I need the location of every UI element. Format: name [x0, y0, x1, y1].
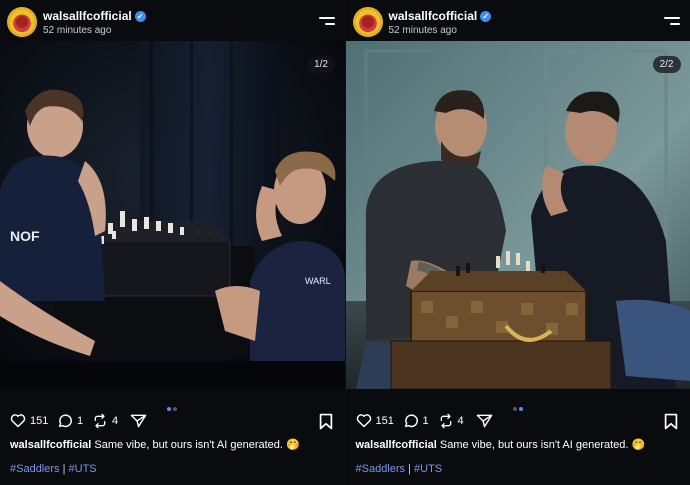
repost-button[interactable]: 4 [438, 413, 464, 429]
timestamp: 52 minutes ago [388, 25, 457, 36]
post-caption: walsallfcofficial Same vibe, but ours is… [10, 438, 335, 451]
username-text[interactable]: walsallfcofficial [389, 9, 478, 23]
comment-count: 1 [422, 415, 429, 427]
repost-icon [94, 413, 106, 429]
bookmark-button[interactable] [319, 413, 333, 435]
post-header: walsallfcofficial ✓ 52 minutes ago [346, 0, 690, 40]
post-card: walsallfcofficial ✓ 52 minutes ago [344, 0, 690, 485]
svg-text:WARL: WARL [305, 276, 331, 286]
feed: walsallfcofficial ✓ 52 minutes ago NOF W… [0, 0, 690, 485]
share-icon [130, 414, 147, 428]
post-image[interactable]: 2/2 [345, 41, 690, 389]
bookmark-icon [319, 413, 332, 430]
like-button[interactable]: 151 [10, 413, 48, 428]
carousel-dot-active[interactable] [167, 407, 172, 411]
repost-count: 4 [112, 415, 119, 427]
avatar[interactable] [9, 9, 35, 35]
chess-photo-2 [345, 41, 690, 389]
comment-button[interactable]: 1 [403, 413, 429, 429]
repost-button[interactable]: 4 [92, 413, 118, 429]
menu-icon[interactable] [318, 15, 335, 27]
hashtag-uts[interactable]: #UTS [414, 463, 442, 475]
timestamp: 52 minutes ago [43, 25, 112, 36]
carousel-dot[interactable] [512, 407, 517, 411]
comment-count: 1 [77, 415, 84, 427]
post-card: walsallfcofficial ✓ 52 minutes ago [0, 0, 345, 485]
hashtag-uts[interactable]: #UTS [69, 463, 97, 475]
comment-button[interactable]: 1 [57, 413, 83, 429]
share-button[interactable] [130, 413, 147, 429]
username[interactable]: walsallfcofficial ✓ [43, 9, 146, 23]
hashtag-separator: | [405, 463, 415, 475]
heart-icon [356, 414, 371, 428]
image-counter: 2/2 [652, 56, 681, 73]
hashtag-saddlers[interactable]: #Saddlers [356, 463, 406, 475]
bookmark-icon [664, 413, 678, 430]
hashtag-separator: | [59, 463, 69, 475]
like-count: 151 [375, 414, 394, 427]
share-button[interactable] [476, 413, 493, 429]
username-text[interactable]: walsallfcofficial [43, 9, 132, 23]
carousel-dot-active[interactable] [518, 407, 523, 411]
repost-count: 4 [457, 415, 464, 427]
share-icon [476, 414, 492, 428]
image-counter: 1/2 [307, 56, 335, 73]
avatar[interactable] [354, 9, 381, 35]
like-button[interactable]: 151 [356, 413, 394, 428]
post-image[interactable]: NOF WARL 1/2 [0, 41, 345, 389]
like-count: 151 [30, 414, 49, 427]
caption-text: Same vibe, but ours isn't AI generated. … [91, 439, 300, 451]
caption-username[interactable]: walsallfcofficial [10, 439, 91, 451]
bookmark-button[interactable] [664, 413, 678, 435]
hashtags: #Saddlers | #UTS [356, 463, 443, 475]
heart-icon [10, 414, 26, 428]
post-caption: walsallfcofficial Same vibe, but ours is… [356, 438, 681, 451]
comment-icon [404, 414, 418, 428]
post-actions: 151 1 4 [356, 413, 681, 431]
hashtag-saddlers[interactable]: #Saddlers [10, 463, 60, 475]
repost-icon [440, 413, 451, 429]
carousel-dot[interactable] [173, 407, 178, 411]
chess-photo-1: NOF WARL [0, 41, 345, 389]
verified-icon: ✓ [134, 11, 146, 22]
menu-icon[interactable] [664, 15, 680, 27]
caption-text: Same vibe, but ours isn't AI generated. … [436, 439, 646, 451]
post-actions: 151 1 4 [10, 413, 335, 431]
caption-username[interactable]: walsallfcofficial [356, 439, 437, 451]
svg-text:NOF: NOF [10, 228, 40, 244]
hashtags: #Saddlers | #UTS [10, 463, 97, 475]
username[interactable]: walsallfcofficial ✓ [389, 9, 492, 23]
post-header: walsallfcofficial ✓ 52 minutes ago [0, 0, 345, 40]
verified-icon: ✓ [480, 11, 492, 22]
comment-icon [58, 414, 72, 428]
